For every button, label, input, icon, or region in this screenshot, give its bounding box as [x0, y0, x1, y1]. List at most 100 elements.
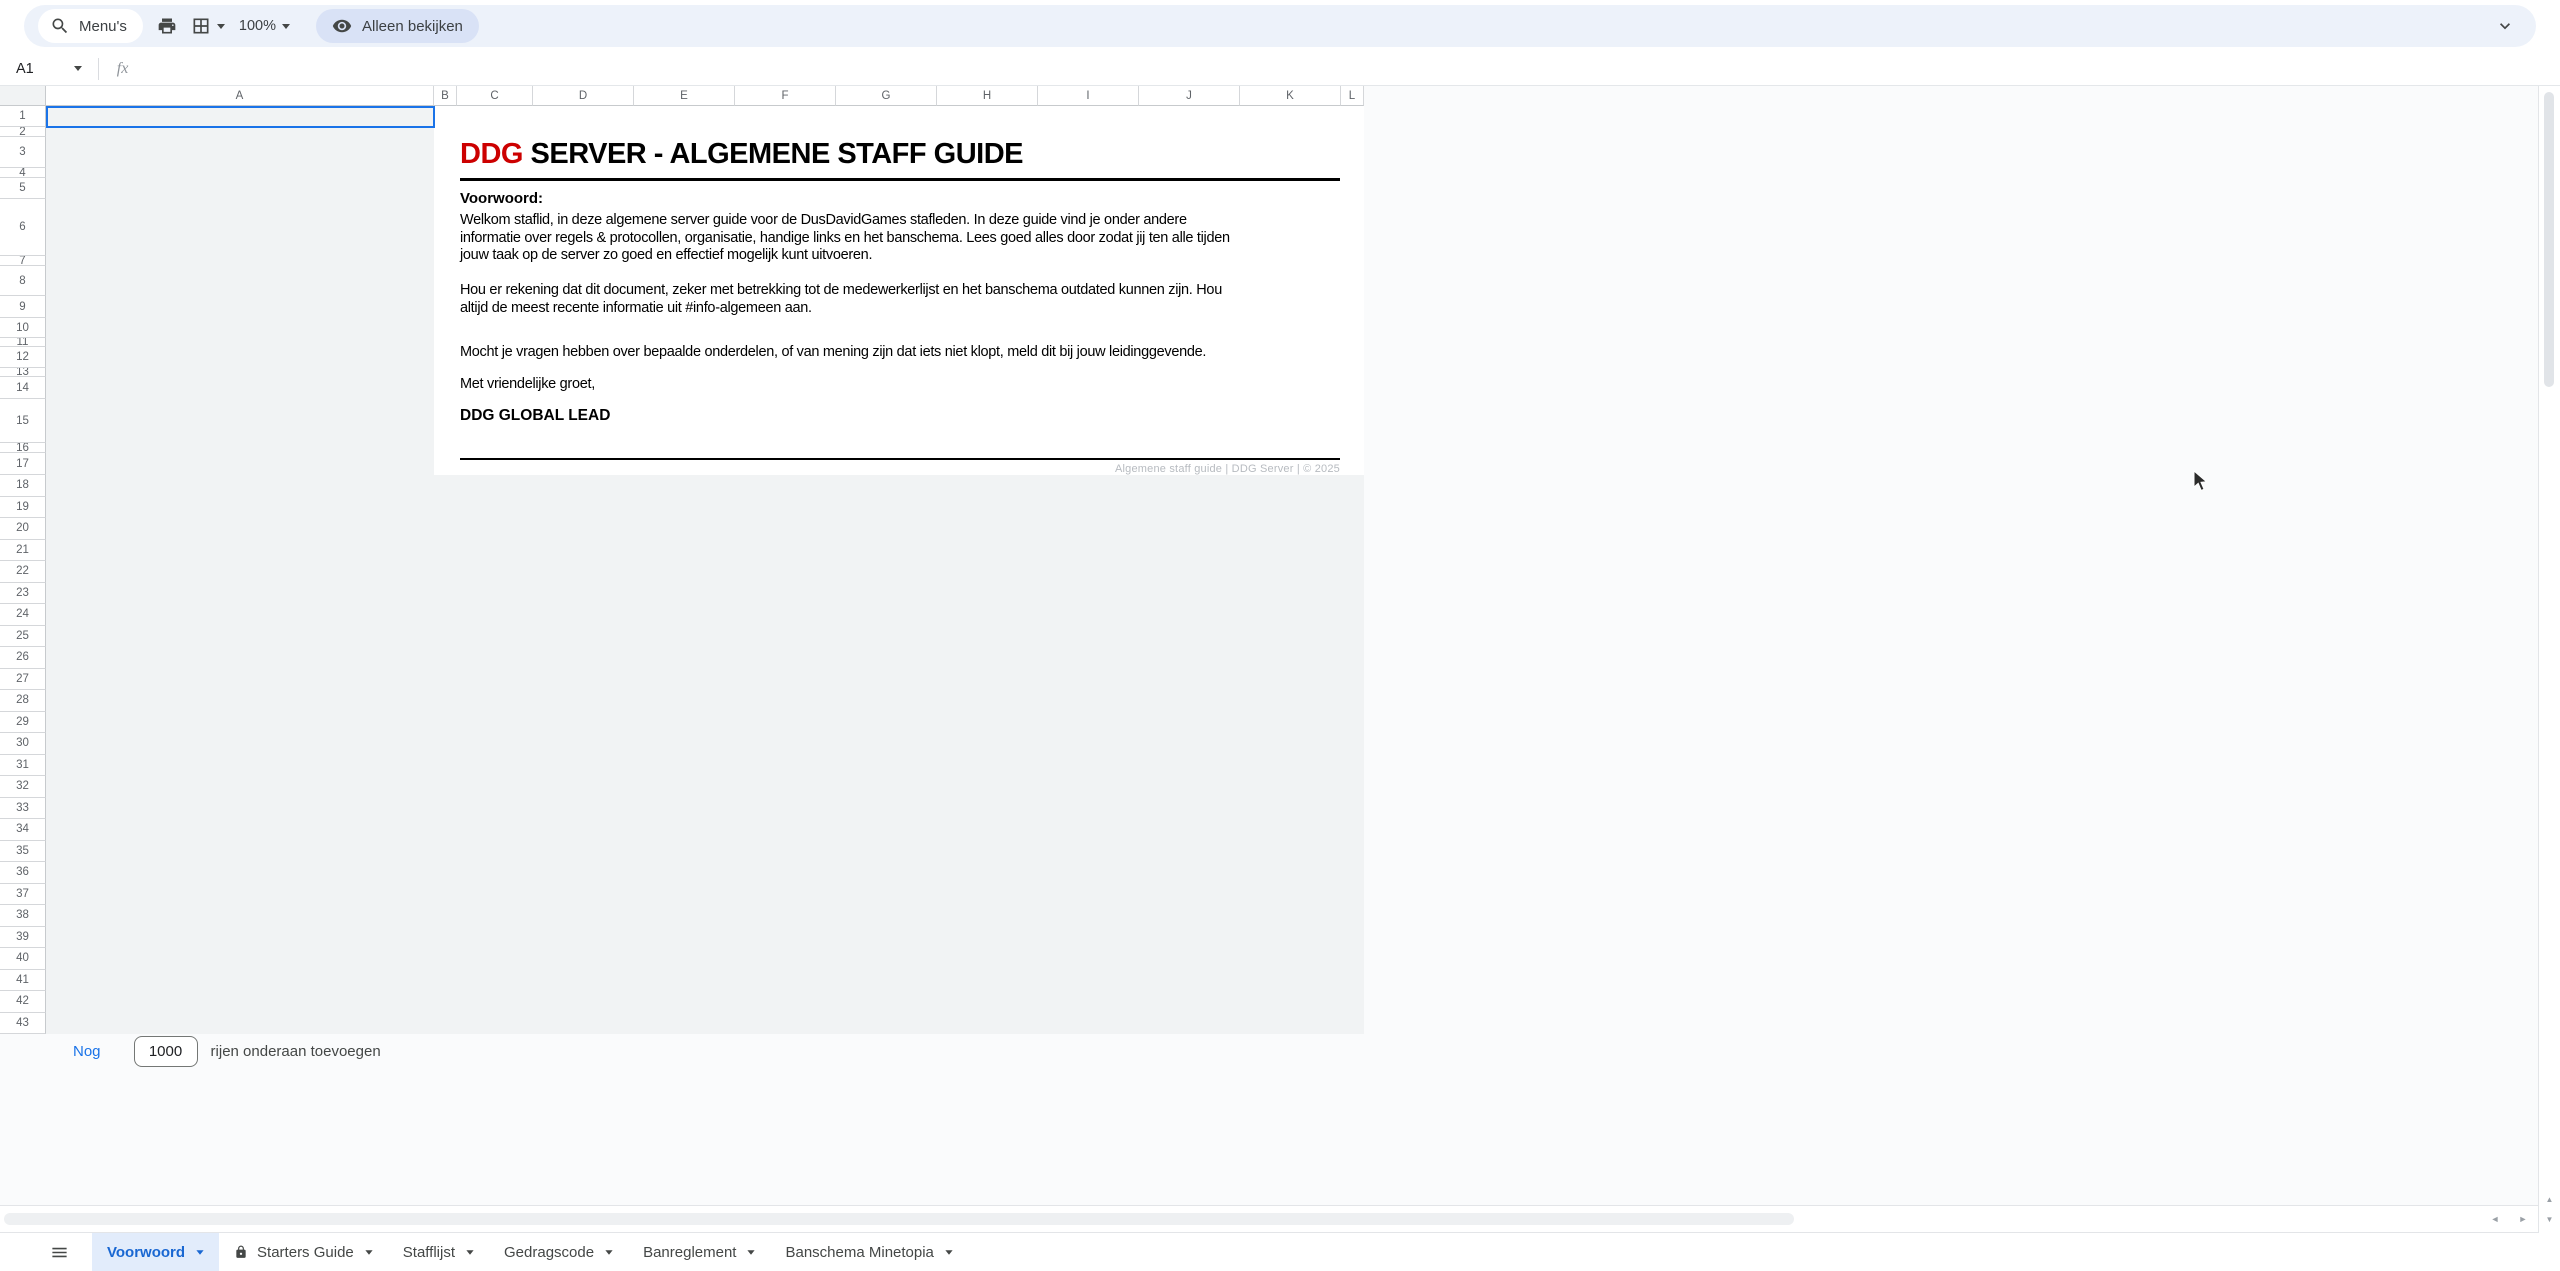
vertical-scrollbar[interactable]: ▲ ▼ — [2538, 86, 2560, 1233]
row-header-43[interactable]: 43 — [0, 1013, 46, 1035]
row-header-40[interactable]: 40 — [0, 948, 46, 970]
select-all-corner[interactable] — [0, 86, 46, 106]
hamburger-icon — [50, 1243, 69, 1262]
doc-text-line: Mocht je vragen hebben over bepaalde ond… — [460, 344, 1364, 362]
column-header-J[interactable]: J — [1139, 86, 1240, 106]
cell-name-box[interactable]: A1 — [0, 61, 82, 77]
print-button[interactable] — [157, 11, 177, 41]
row-header-7[interactable]: 7 — [0, 256, 46, 266]
row-header-18[interactable]: 18 — [0, 475, 46, 497]
row-header-29[interactable]: 29 — [0, 712, 46, 734]
row-header-30[interactable]: 30 — [0, 733, 46, 755]
row-header-38[interactable]: 38 — [0, 905, 46, 927]
document-area: DDG SERVER - ALGEMENE STAFF GUIDE Voorwo… — [434, 106, 1364, 475]
column-header-K[interactable]: K — [1240, 86, 1341, 106]
zoom-select[interactable]: 100% — [239, 11, 290, 41]
row-header-20[interactable]: 20 — [0, 518, 46, 540]
row-header-8[interactable]: 8 — [0, 266, 46, 296]
sheet-tab-label: Voorwoord — [107, 1244, 185, 1261]
caret-down-icon — [365, 1250, 372, 1255]
toolbar: Menu's 100% Alleen bekijken — [24, 5, 2536, 47]
column-header-E[interactable]: E — [634, 86, 735, 106]
sheet-tab-label: Banreglement — [643, 1244, 736, 1261]
sheet-tab-stafflijst[interactable]: Stafflijst — [388, 1233, 489, 1271]
sheet-tab-label: Banschema Minetopia — [785, 1244, 933, 1261]
doc-text-line: informatie over regels & protocollen, or… — [460, 230, 1364, 248]
row-header-27[interactable]: 27 — [0, 669, 46, 691]
column-header-F[interactable]: F — [735, 86, 836, 106]
vertical-scrollbar-thumb[interactable] — [2544, 92, 2554, 387]
row-header-32[interactable]: 32 — [0, 776, 46, 798]
cell-reference: A1 — [16, 61, 34, 77]
row-header-33[interactable]: 33 — [0, 798, 46, 820]
row-header-2[interactable]: 2 — [0, 127, 46, 137]
column-header-B[interactable]: B — [434, 86, 457, 106]
zoom-value: 100% — [239, 18, 276, 34]
column-header-I[interactable]: I — [1038, 86, 1139, 106]
scroll-up-button[interactable]: ▲ — [2539, 1189, 2560, 1209]
row-header-19[interactable]: 19 — [0, 497, 46, 519]
row-header-9[interactable]: 9 — [0, 296, 46, 318]
row-header-22[interactable]: 22 — [0, 561, 46, 583]
row-header-24[interactable]: 24 — [0, 604, 46, 626]
column-header-G[interactable]: G — [836, 86, 937, 106]
horizontal-scrollbar[interactable]: ◄ ► — [0, 1205, 2560, 1233]
menus-button[interactable]: Menu's — [38, 9, 143, 43]
add-rows-count-input[interactable] — [134, 1036, 198, 1067]
scroll-left-button[interactable]: ◄ — [2482, 1206, 2508, 1232]
row-header-34[interactable]: 34 — [0, 819, 46, 841]
caret-down-icon — [466, 1250, 473, 1255]
column-headers: ABCDEFGHIJKL — [46, 86, 1364, 106]
row-header-16[interactable]: 16 — [0, 443, 46, 453]
horizontal-scrollbar-thumb[interactable] — [4, 1213, 1794, 1225]
column-header-H[interactable]: H — [937, 86, 1038, 106]
row-header-25[interactable]: 25 — [0, 626, 46, 648]
row-header-42[interactable]: 42 — [0, 991, 46, 1013]
sheet-tab-voorwoord[interactable]: Voorwoord — [92, 1233, 219, 1271]
row-header-3[interactable]: 3 — [0, 137, 46, 168]
row-header-12[interactable]: 12 — [0, 347, 46, 368]
row-header-15[interactable]: 15 — [0, 399, 46, 443]
add-rows-button[interactable]: Nog — [73, 1043, 101, 1060]
sheet-tab-bar: Voorwoord Starters GuideStafflijstGedrags… — [0, 1233, 2560, 1271]
chevron-down-icon — [2495, 16, 2515, 36]
column-header-L[interactable]: L — [1341, 86, 1364, 106]
row-header-10[interactable]: 10 — [0, 318, 46, 338]
row-header-14[interactable]: 14 — [0, 377, 46, 399]
caret-down-icon — [748, 1250, 755, 1255]
all-sheets-button[interactable] — [48, 1241, 70, 1263]
row-header-1[interactable]: 1 — [0, 106, 46, 127]
sheet-tab-gedragscode[interactable]: Gedragscode — [489, 1233, 628, 1271]
row-header-28[interactable]: 28 — [0, 690, 46, 712]
row-header-41[interactable]: 41 — [0, 970, 46, 992]
row-header-17[interactable]: 17 — [0, 453, 46, 475]
collapse-toolbar-button[interactable] — [2488, 9, 2522, 43]
scroll-right-button[interactable]: ► — [2510, 1206, 2536, 1232]
column-header-D[interactable]: D — [533, 86, 634, 106]
document-closing: Met vriendelijke groet, — [460, 376, 595, 392]
scroll-down-button[interactable]: ▼ — [2539, 1209, 2560, 1229]
row-header-39[interactable]: 39 — [0, 927, 46, 949]
row-header-31[interactable]: 31 — [0, 755, 46, 777]
sheet-tab-starters-guide[interactable]: Starters Guide — [219, 1233, 388, 1271]
sheet-tab-banreglement[interactable]: Banreglement — [628, 1233, 770, 1271]
row-header-36[interactable]: 36 — [0, 862, 46, 884]
document-heading: Voorwoord: — [460, 190, 543, 207]
borders-button[interactable] — [191, 11, 225, 41]
sheet-tab-banschema-minetopia[interactable]: Banschema Minetopia — [770, 1233, 967, 1271]
column-header-A[interactable]: A — [46, 86, 434, 106]
doc-text-line: Welkom staflid, in deze algemene server … — [460, 212, 1364, 230]
row-header-26[interactable]: 26 — [0, 647, 46, 669]
formula-bar-divider — [98, 58, 99, 80]
row-header-37[interactable]: 37 — [0, 884, 46, 906]
row-header-6[interactable]: 6 — [0, 199, 46, 256]
row-header-35[interactable]: 35 — [0, 841, 46, 863]
column-header-C[interactable]: C — [457, 86, 533, 106]
row-header-21[interactable]: 21 — [0, 540, 46, 562]
row-header-23[interactable]: 23 — [0, 583, 46, 605]
document-title-red: DDG — [460, 138, 523, 170]
row-header-4[interactable]: 4 — [0, 168, 46, 178]
row-header-5[interactable]: 5 — [0, 178, 46, 199]
row-header-13[interactable]: 13 — [0, 368, 46, 377]
row-header-11[interactable]: 11 — [0, 338, 46, 347]
